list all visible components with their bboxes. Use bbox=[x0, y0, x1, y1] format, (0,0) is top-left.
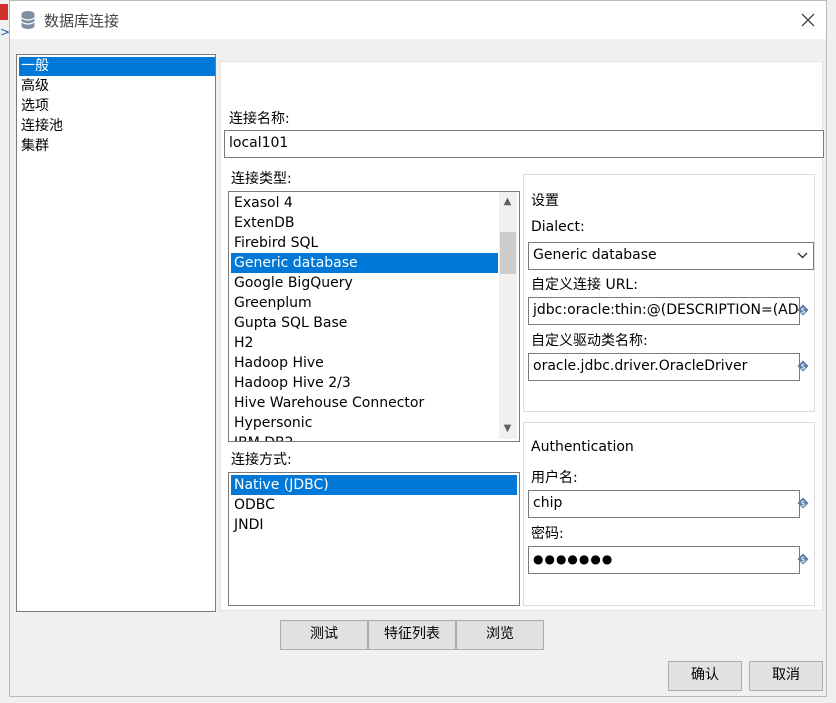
variable-icon[interactable]: $ bbox=[796, 496, 810, 510]
custom-url-label: 自定义连接 URL: bbox=[531, 277, 638, 293]
list-item[interactable]: Hadoop Hive bbox=[231, 353, 498, 373]
connection-name-input[interactable]: local101 bbox=[224, 130, 824, 158]
access-method-list[interactable]: Native (JDBC) ODBC JNDI bbox=[228, 472, 520, 606]
settings-heading: 设置 bbox=[531, 193, 559, 209]
variable-icon[interactable]: $ bbox=[796, 303, 810, 317]
close-button[interactable] bbox=[796, 8, 820, 32]
dialect-label: Dialect: bbox=[531, 219, 585, 235]
password-input[interactable]: ●●●●●●● bbox=[528, 546, 800, 574]
password-label: 密码: bbox=[531, 526, 564, 542]
feature-list-button[interactable]: 特征列表 bbox=[368, 620, 456, 650]
list-item[interactable]: Greenplum bbox=[231, 293, 498, 313]
list-item[interactable]: Hive Warehouse Connector bbox=[231, 393, 498, 413]
database-connection-dialog: 数据库连接 一般 高级 选项 连接池 集群 连接名称: local101 连接类… bbox=[9, 0, 827, 697]
svg-text:$: $ bbox=[800, 499, 805, 508]
list-item-selected[interactable]: Native (JDBC) bbox=[231, 475, 517, 495]
svg-text:$: $ bbox=[800, 306, 805, 315]
list-item-selected[interactable]: Generic database bbox=[231, 253, 498, 273]
background-app-icon bbox=[0, 4, 8, 20]
username-input[interactable]: chip bbox=[528, 490, 800, 518]
vertical-scrollbar[interactable]: ▲ ▼ bbox=[499, 192, 517, 439]
scroll-up-icon[interactable]: ▲ bbox=[499, 193, 516, 210]
scroll-down-icon[interactable]: ▼ bbox=[499, 420, 516, 437]
nav-item-advanced[interactable]: 高级 bbox=[19, 77, 215, 96]
list-item[interactable]: Exasol 4 bbox=[231, 193, 498, 213]
list-item[interactable]: IBM DB2 bbox=[231, 433, 498, 441]
variable-icon[interactable]: $ bbox=[796, 552, 810, 566]
nav-item-pooling[interactable]: 连接池 bbox=[19, 117, 215, 136]
list-item[interactable]: ExtenDB bbox=[231, 213, 498, 233]
title-bar: 数据库连接 bbox=[10, 1, 826, 39]
authentication-heading: Authentication bbox=[531, 439, 634, 455]
connection-name-label: 连接名称: bbox=[229, 111, 290, 127]
scroll-thumb[interactable] bbox=[500, 232, 516, 274]
cancel-button[interactable]: 取消 bbox=[749, 661, 823, 691]
custom-driver-input[interactable]: oracle.jdbc.driver.OracleDriver bbox=[528, 353, 800, 381]
username-label: 用户名: bbox=[531, 470, 578, 486]
nav-item-clustering[interactable]: 集群 bbox=[19, 137, 215, 156]
nav-item-general[interactable]: 一般 bbox=[19, 57, 215, 76]
access-label: 连接方式: bbox=[231, 452, 292, 468]
settings-group: 设置 Dialect: Generic database 自定义连接 URL: … bbox=[523, 174, 815, 412]
database-icon bbox=[20, 10, 36, 30]
nav-item-options[interactable]: 选项 bbox=[19, 97, 215, 116]
list-item[interactable]: Firebird SQL bbox=[231, 233, 498, 253]
variable-icon[interactable]: $ bbox=[796, 359, 810, 373]
list-item[interactable]: Hypersonic bbox=[231, 413, 498, 433]
dialect-value: Generic database bbox=[533, 247, 657, 263]
connection-type-label: 连接类型: bbox=[231, 171, 292, 187]
authentication-group: Authentication 用户名: chip $ 密码: ●●●●●●● $ bbox=[523, 422, 815, 606]
test-button[interactable]: 测试 bbox=[280, 620, 368, 650]
explore-button[interactable]: 浏览 bbox=[456, 620, 544, 650]
list-item[interactable]: Google BigQuery bbox=[231, 273, 498, 293]
category-list[interactable]: 一般 高级 选项 连接池 集群 bbox=[16, 54, 216, 612]
svg-text:$: $ bbox=[800, 362, 805, 371]
list-item[interactable]: H2 bbox=[231, 333, 498, 353]
list-item[interactable]: Hadoop Hive 2/3 bbox=[231, 373, 498, 393]
custom-url-input[interactable]: jdbc:oracle:thin:@(DESCRIPTION=(ADDRESS bbox=[528, 297, 800, 325]
custom-driver-label: 自定义驱动类名称: bbox=[531, 333, 648, 349]
list-item[interactable]: Gupta SQL Base bbox=[231, 313, 498, 333]
list-item[interactable]: ODBC bbox=[231, 495, 517, 515]
list-item[interactable]: JNDI bbox=[231, 515, 517, 535]
dialect-dropdown[interactable]: Generic database bbox=[528, 242, 814, 270]
connection-type-list[interactable]: Exasol 4 ExtenDB Firebird SQL Generic da… bbox=[228, 191, 520, 442]
ok-button[interactable]: 确认 bbox=[668, 661, 742, 691]
svg-text:$: $ bbox=[800, 555, 805, 564]
chevron-down-icon bbox=[795, 243, 809, 267]
background-arrow-icon: > bbox=[0, 25, 11, 39]
window-title: 数据库连接 bbox=[44, 12, 120, 30]
close-icon bbox=[801, 13, 815, 27]
general-panel: 连接名称: local101 连接类型: Exasol 4 ExtenDB Fi… bbox=[220, 61, 824, 611]
